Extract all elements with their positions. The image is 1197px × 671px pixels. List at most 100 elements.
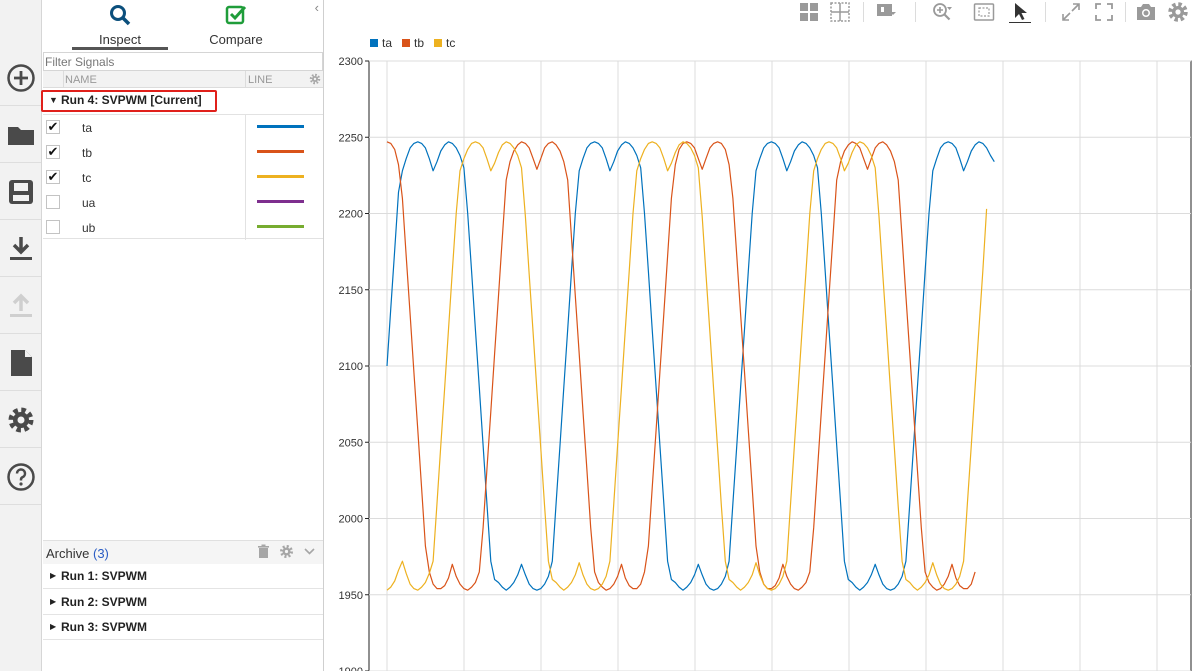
- y-tick-label: 2300: [339, 56, 363, 68]
- signal-checkbox[interactable]: ✔: [46, 145, 60, 159]
- fit-to-view-icon: [973, 3, 995, 21]
- signal-checkbox[interactable]: [46, 195, 60, 209]
- settings-gear-icon: [8, 407, 33, 432]
- plot-area: ta tb tc 1900 1950 2000 2050 2100 2150 2200 225…: [325, 0, 1197, 671]
- preferences-button[interactable]: [0, 392, 41, 448]
- zoom-button[interactable]: [931, 1, 953, 23]
- open-button[interactable]: [0, 107, 41, 163]
- legend-label: tc: [446, 36, 456, 50]
- signal-name: ua: [82, 196, 96, 210]
- collapse-panel-icon[interactable]: ‹: [315, 0, 319, 15]
- column-name[interactable]: NAME: [65, 74, 97, 86]
- snapshot-camera-icon: [1137, 4, 1155, 20]
- chevron-down-icon[interactable]: [302, 544, 317, 559]
- column-line[interactable]: LINE: [248, 74, 272, 86]
- fullscreen-icon: [1095, 3, 1113, 21]
- upload-button[interactable]: [0, 278, 41, 334]
- tab-compare[interactable]: Compare: [188, 0, 284, 50]
- signal-chart[interactable]: 1900 1950 2000 2050 2100 2150 2200 2250 2300: [325, 52, 1197, 671]
- signal-line-swatch[interactable]: [257, 150, 304, 153]
- signal-row[interactable]: ✔ tb: [43, 140, 323, 165]
- new-icon: [6, 63, 35, 92]
- signal-row[interactable]: ua: [43, 190, 323, 215]
- tab-inspect[interactable]: Inspect: [72, 0, 168, 50]
- visualization-button[interactable]: [875, 1, 897, 23]
- expand-button[interactable]: [1060, 1, 1082, 23]
- archive-run-label: Run 3: SVPWM: [61, 620, 147, 634]
- signal-line-swatch[interactable]: [257, 200, 304, 203]
- plot-settings-gear-icon: [1168, 2, 1188, 22]
- legend-swatch: [370, 39, 378, 47]
- signal-row[interactable]: ✔ ta: [43, 115, 323, 140]
- signal-checkbox[interactable]: [46, 220, 60, 234]
- cursor-icon: [1009, 3, 1031, 24]
- left-toolbar: [0, 0, 42, 671]
- download-icon: [9, 236, 32, 260]
- signal-checkbox[interactable]: ✔: [46, 170, 60, 184]
- report-button[interactable]: [0, 335, 41, 391]
- y-tick-label: 2200: [339, 209, 363, 221]
- signal-name: ub: [82, 221, 96, 235]
- y-tick-label: 2150: [339, 285, 363, 297]
- archive-run-row[interactable]: ▶ Run 1: SVPWM: [43, 564, 323, 589]
- signal-name: tc: [82, 171, 92, 185]
- upload-icon: [9, 293, 32, 317]
- signal-table-header: NAME LINE: [43, 71, 323, 88]
- download-button[interactable]: [0, 221, 41, 277]
- new-button[interactable]: [0, 50, 41, 106]
- fit-to-view-button[interactable]: [973, 1, 995, 23]
- subplot-icon: [830, 2, 850, 22]
- signal-line-swatch[interactable]: [257, 125, 304, 128]
- checkbox-check-icon: [225, 5, 247, 25]
- help-icon: [6, 462, 35, 491]
- fullscreen-button[interactable]: [1093, 1, 1115, 23]
- legend-swatch: [434, 39, 443, 47]
- caret-right-icon: ▶: [50, 571, 57, 580]
- magnifier-icon: [110, 5, 131, 26]
- expand-icon: [1062, 3, 1080, 21]
- save-icon: [8, 179, 33, 204]
- signal-line-swatch[interactable]: [257, 175, 304, 178]
- y-tick-label: 2050: [339, 437, 363, 449]
- signal-name: ta: [82, 121, 93, 135]
- legend-item-tc[interactable]: tc: [434, 36, 455, 50]
- filter-signals-input[interactable]: [43, 52, 323, 71]
- simulation-data-inspector: Inspect Compare ‹ NAME LINE ▼ Run 4: SVP…: [0, 0, 1197, 671]
- current-run-row[interactable]: ▼ Run 4: SVPWM [Current]: [41, 89, 323, 113]
- layout-button[interactable]: [798, 1, 820, 23]
- signal-line-swatch[interactable]: [257, 225, 304, 228]
- trash-icon[interactable]: [256, 544, 271, 559]
- subplot-button[interactable]: [829, 1, 851, 23]
- plot-toolbar: [325, 0, 1197, 26]
- plot-settings-button[interactable]: [1167, 1, 1189, 23]
- caret-down-icon: ▼: [49, 95, 58, 105]
- snapshot-button[interactable]: [1135, 1, 1157, 23]
- current-run-label: Run 4: SVPWM [Current]: [61, 93, 202, 107]
- inspector-panel: Inspect Compare ‹ NAME LINE ▼ Run 4: SVP…: [41, 0, 324, 671]
- cursor-button[interactable]: [1009, 1, 1031, 24]
- signal-row[interactable]: ✔ tc: [43, 165, 323, 190]
- archive-run-label: Run 1: SVPWM: [61, 569, 147, 583]
- zoom-in-icon: [933, 3, 952, 21]
- open-folder-icon: [7, 126, 34, 145]
- archive-settings-gear-icon[interactable]: [279, 544, 294, 559]
- legend-swatch: [402, 39, 411, 47]
- y-tick-label: 2100: [339, 361, 363, 373]
- signal-checkbox[interactable]: ✔: [46, 120, 60, 134]
- archive-header[interactable]: Archive (3): [43, 540, 323, 564]
- report-icon: [10, 349, 32, 376]
- column-settings-gear-icon[interactable]: [309, 73, 321, 85]
- visualization-icon: [877, 4, 896, 16]
- legend-item-tb[interactable]: tb: [402, 36, 424, 50]
- help-button[interactable]: [0, 449, 41, 505]
- chart-legend: ta tb tc: [370, 36, 455, 50]
- y-tick-label: 2250: [339, 132, 363, 144]
- archive-run-row[interactable]: ▶ Run 3: SVPWM: [43, 615, 323, 640]
- save-button[interactable]: [0, 164, 41, 220]
- signal-row[interactable]: ub: [43, 215, 323, 240]
- caret-right-icon: ▶: [50, 622, 57, 631]
- tab-compare-label: Compare: [209, 32, 263, 47]
- legend-item-ta[interactable]: ta: [370, 36, 392, 50]
- y-tick-label: 1900: [339, 666, 363, 671]
- archive-run-row[interactable]: ▶ Run 2: SVPWM: [43, 590, 323, 615]
